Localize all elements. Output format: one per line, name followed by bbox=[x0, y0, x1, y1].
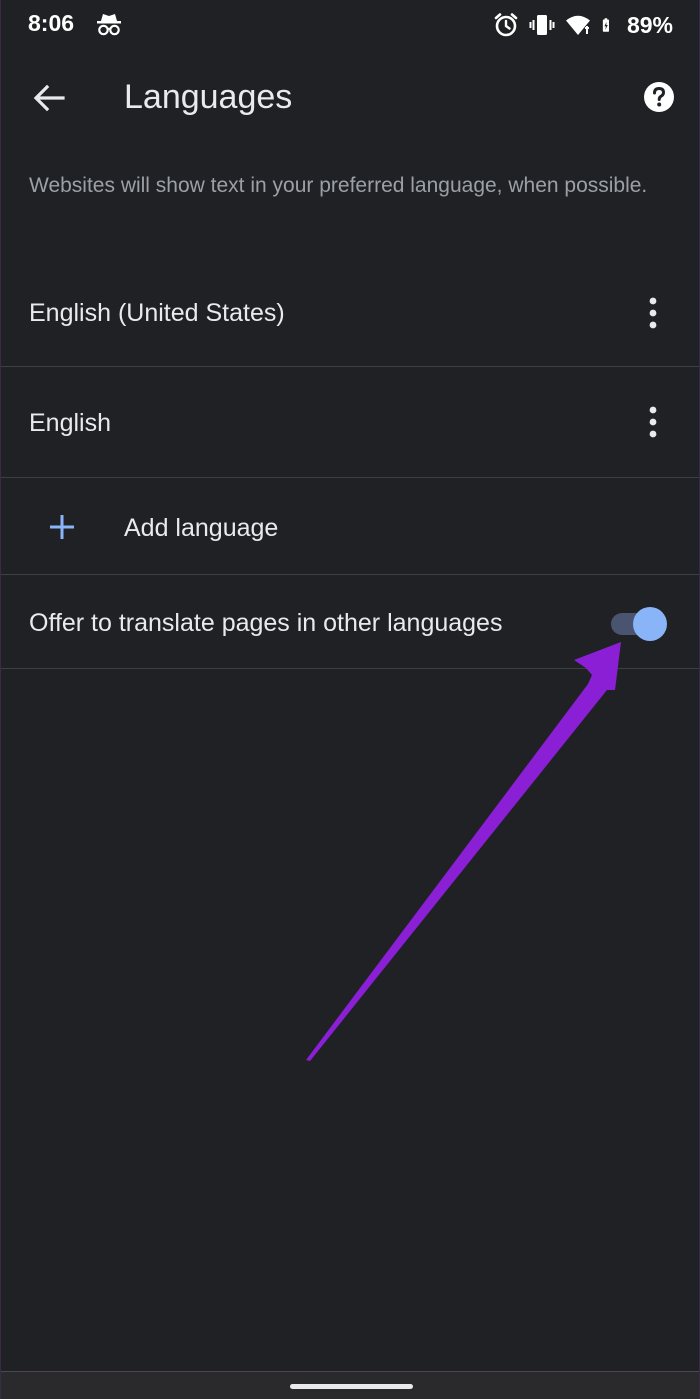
help-icon[interactable] bbox=[642, 80, 676, 114]
app-bar: Languages bbox=[1, 52, 699, 148]
battery-charging-icon bbox=[602, 18, 609, 32]
navigation-bar bbox=[1, 1371, 699, 1399]
wifi-icon bbox=[565, 15, 590, 35]
more-vert-icon[interactable] bbox=[639, 293, 667, 333]
status-time: 8:06 bbox=[28, 10, 75, 36]
back-arrow-icon[interactable] bbox=[27, 76, 71, 120]
page-title: Languages bbox=[124, 78, 293, 116]
more-vert-icon[interactable] bbox=[639, 402, 667, 442]
language-row[interactable]: English (United States) bbox=[1, 258, 699, 367]
translate-offer-row[interactable]: Offer to translate pages in other langua… bbox=[1, 575, 699, 669]
language-label: English bbox=[29, 409, 111, 437]
alarm-icon bbox=[494, 13, 518, 37]
toggle-thumb bbox=[633, 607, 667, 641]
battery-percent: 89% bbox=[626, 11, 673, 38]
language-row[interactable]: English bbox=[1, 367, 699, 478]
add-language-label: Add language bbox=[124, 514, 279, 542]
home-indicator[interactable] bbox=[290, 1384, 413, 1389]
vibrate-icon bbox=[529, 15, 555, 35]
page-description: Websites will show text in your preferre… bbox=[29, 174, 648, 197]
settings-screen: 8:06 89% Languages Websites will show te… bbox=[0, 0, 700, 1399]
add-language-button[interactable]: Add language bbox=[1, 478, 699, 575]
translate-offer-label: Offer to translate pages in other langua… bbox=[29, 609, 503, 637]
status-icons: 89% bbox=[493, 10, 673, 40]
incognito-icon bbox=[97, 14, 121, 36]
plus-icon bbox=[50, 515, 74, 539]
annotation-arrow bbox=[306, 642, 621, 1061]
translate-offer-toggle[interactable] bbox=[609, 605, 669, 641]
status-bar: 8:06 89% bbox=[1, 0, 699, 52]
language-label: English (United States) bbox=[29, 299, 285, 327]
